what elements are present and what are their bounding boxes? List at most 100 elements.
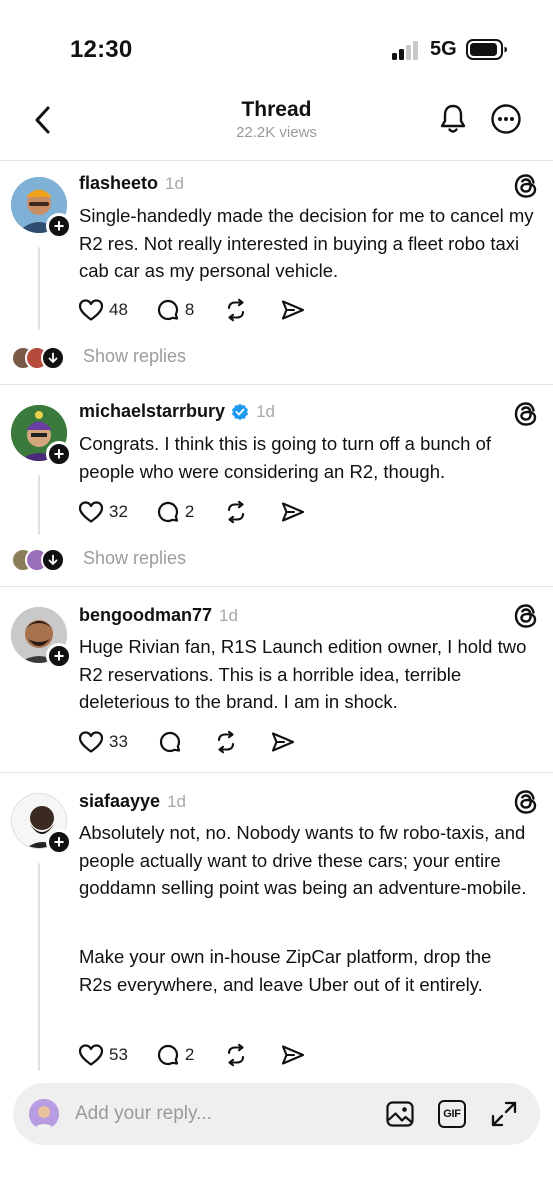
follow-button[interactable]: + bbox=[46, 643, 72, 669]
repost-button[interactable] bbox=[214, 730, 238, 754]
thread-line bbox=[38, 863, 40, 1071]
post-flasheeto: + flasheeto 1d Single-handedly made the … bbox=[0, 160, 553, 384]
expand-icon bbox=[491, 1101, 517, 1127]
status-time: 12:30 bbox=[70, 36, 133, 63]
repost-icon bbox=[228, 500, 245, 524]
threads-logo-icon bbox=[513, 401, 539, 427]
notify-button[interactable] bbox=[434, 100, 472, 138]
username[interactable]: michaelstarrbury bbox=[79, 401, 225, 422]
verified-badge-icon bbox=[231, 403, 249, 421]
show-replies-link[interactable]: Show replies bbox=[83, 548, 186, 569]
username[interactable]: flasheeto bbox=[79, 173, 158, 194]
follow-button[interactable]: + bbox=[46, 213, 72, 239]
comment-button[interactable]: 8 bbox=[156, 298, 194, 322]
post-meta: flasheeto 1d bbox=[79, 173, 184, 194]
username[interactable]: bengoodman77 bbox=[79, 605, 212, 626]
post-time: 1d bbox=[256, 401, 275, 421]
repost-icon bbox=[217, 730, 234, 754]
follow-button[interactable]: + bbox=[46, 441, 72, 467]
arrow-down-icon bbox=[41, 346, 65, 370]
threads-logo-icon bbox=[513, 603, 539, 629]
reply-composer: GIF bbox=[13, 1083, 540, 1145]
gif-label: GIF bbox=[443, 1108, 461, 1120]
repost-icon bbox=[228, 298, 245, 322]
like-button[interactable]: 48 bbox=[78, 298, 128, 322]
username[interactable]: siafaayye bbox=[79, 791, 160, 812]
arrow-down-icon bbox=[41, 548, 65, 572]
comment-button[interactable]: 2 bbox=[156, 1043, 194, 1067]
battery-icon bbox=[466, 39, 507, 60]
reply-avatars bbox=[11, 548, 71, 572]
post-meta: michaelstarrbury 1d bbox=[79, 401, 275, 422]
reply-count: 2 bbox=[184, 502, 195, 521]
show-replies-row[interactable] bbox=[11, 548, 71, 572]
share-button[interactable] bbox=[280, 1043, 306, 1067]
post-meta: bengoodman77 1d bbox=[79, 605, 238, 626]
post-actions: 33 bbox=[78, 728, 296, 756]
share-button[interactable] bbox=[280, 500, 306, 524]
post-bengoodman77: + bengoodman77 1d Huge Rivian fan, R1S L… bbox=[0, 586, 553, 772]
thread-line bbox=[38, 475, 40, 535]
post-text: Single-handedly made the decision for me… bbox=[79, 205, 534, 281]
heart-icon bbox=[78, 1044, 104, 1066]
heart-icon bbox=[78, 501, 104, 523]
threads-logo-icon bbox=[513, 789, 539, 815]
share-icon bbox=[282, 502, 305, 522]
more-options-button[interactable] bbox=[487, 100, 525, 138]
post-text-continued: Make your own in-house ZipCar platform, … bbox=[79, 946, 492, 995]
post-time: 1d bbox=[219, 605, 238, 625]
repost-button[interactable] bbox=[224, 1043, 248, 1067]
post-text: Absolutely not, no. Nobody wants to fw r… bbox=[79, 822, 527, 898]
post-michaelstarrbury: + michaelstarrbury 1d Congrats. I think … bbox=[0, 384, 553, 586]
like-count: 48 bbox=[109, 300, 128, 319]
avatar bbox=[29, 1099, 59, 1129]
comment-button[interactable] bbox=[158, 730, 182, 754]
reply-count: 8 bbox=[184, 300, 195, 319]
post-actions: 53 2 bbox=[78, 1041, 306, 1069]
post-meta: siafaayye 1d bbox=[79, 791, 186, 812]
share-button[interactable] bbox=[280, 298, 306, 322]
repost-button[interactable] bbox=[224, 298, 248, 322]
reply-count: 2 bbox=[184, 1045, 195, 1064]
share-button[interactable] bbox=[270, 730, 296, 754]
reply-input[interactable] bbox=[75, 1099, 365, 1129]
thread-line bbox=[38, 247, 40, 330]
like-button[interactable]: 33 bbox=[78, 730, 128, 754]
comment-icon bbox=[159, 731, 181, 753]
comment-icon bbox=[157, 501, 179, 523]
like-count: 33 bbox=[109, 732, 128, 751]
reply-avatars bbox=[11, 346, 71, 370]
like-count: 32 bbox=[109, 502, 128, 521]
status-bar: 12:30 5G bbox=[0, 0, 553, 100]
repost-button[interactable] bbox=[224, 500, 248, 524]
show-replies-row[interactable] bbox=[11, 346, 71, 370]
like-button[interactable]: 32 bbox=[78, 500, 128, 524]
heart-icon bbox=[78, 299, 104, 321]
heart-icon bbox=[78, 731, 104, 753]
expand-button[interactable] bbox=[487, 1097, 521, 1131]
post-actions: 32 2 bbox=[78, 498, 306, 526]
more-icon bbox=[491, 104, 521, 134]
threads-logo-icon bbox=[513, 173, 539, 199]
repost-icon bbox=[228, 1043, 245, 1067]
comment-button[interactable]: 2 bbox=[156, 500, 194, 524]
share-icon bbox=[282, 300, 305, 320]
post-siafaayye: + siafaayye 1d Absolutely not, no. Nobod… bbox=[0, 772, 553, 1082]
attach-image-button[interactable] bbox=[383, 1097, 417, 1131]
share-icon bbox=[271, 732, 294, 752]
comment-icon bbox=[157, 299, 179, 321]
bell-icon bbox=[440, 104, 466, 133]
post-text: Huge Rivian fan, R1S Launch edition owne… bbox=[79, 636, 527, 712]
show-replies-link[interactable]: Show replies bbox=[83, 346, 186, 367]
comment-icon bbox=[157, 1044, 179, 1066]
post-time: 1d bbox=[167, 791, 186, 811]
like-button[interactable]: 53 bbox=[78, 1043, 128, 1067]
follow-button[interactable]: + bbox=[46, 829, 72, 855]
post-actions: 48 8 bbox=[78, 296, 306, 324]
gif-icon: GIF bbox=[438, 1100, 466, 1128]
gif-button[interactable]: GIF bbox=[435, 1097, 469, 1131]
network-label: 5G bbox=[430, 38, 457, 60]
thread-header: Thread 22.2K views bbox=[0, 90, 553, 160]
post-time: 1d bbox=[165, 173, 184, 193]
signal-icon bbox=[392, 40, 422, 60]
